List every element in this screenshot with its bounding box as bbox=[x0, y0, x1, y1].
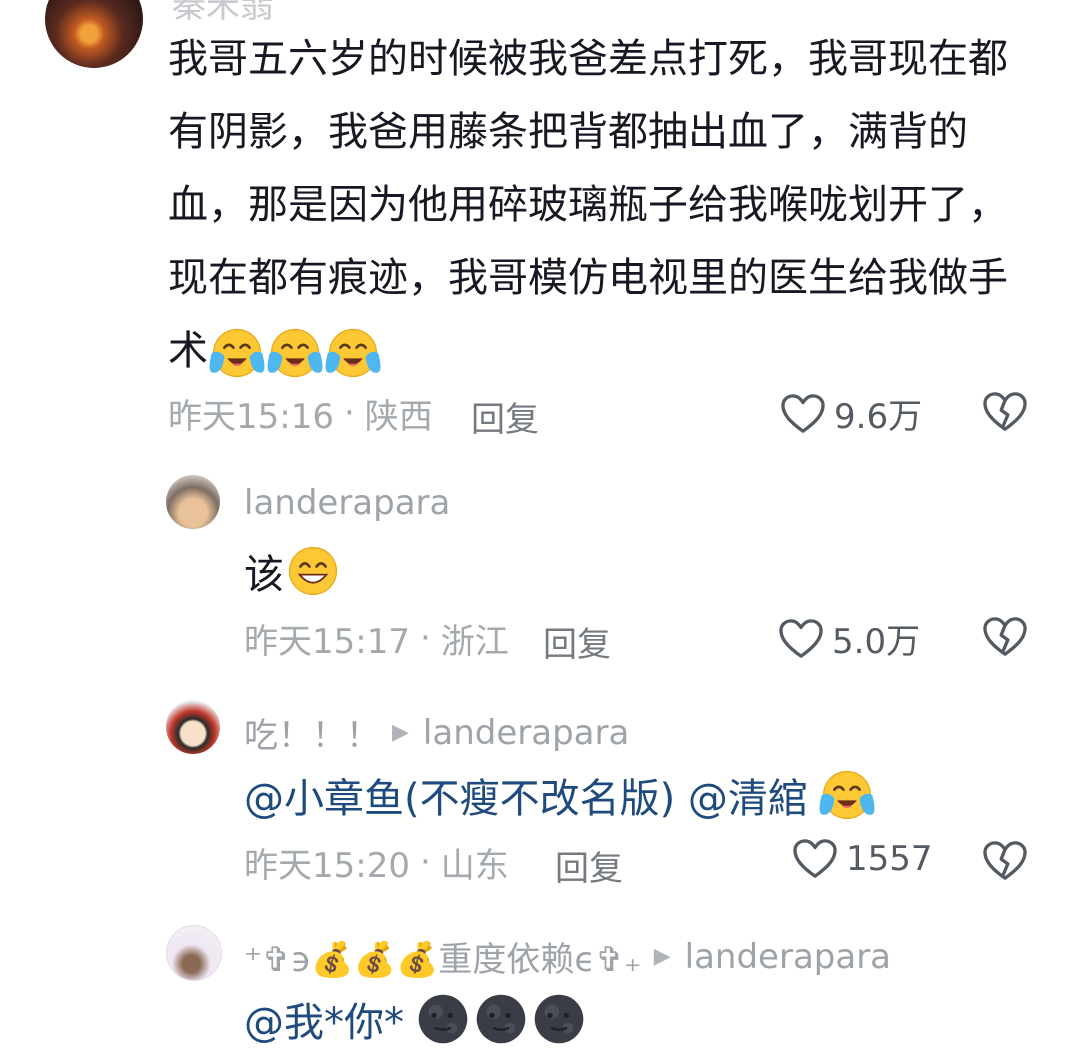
meta-separator: · bbox=[343, 393, 355, 433]
like-count: 1557 bbox=[846, 839, 933, 879]
main-comment-meta: 昨天15:16 · 陕西 bbox=[168, 390, 433, 437]
broken-heart-icon[interactable] bbox=[982, 391, 1028, 433]
reply-header: ⁺✞϶💰💰💰重度依赖ϵ✞₊ ▶ landerapara bbox=[244, 932, 891, 981]
play-triangle-icon: ▶ bbox=[653, 944, 671, 969]
main-comment-avatar[interactable] bbox=[45, 0, 143, 68]
reply-avatar[interactable] bbox=[166, 925, 222, 981]
main-comment-line: 现在都有痕迹，我哥模仿电视里的医生给我做手 bbox=[168, 255, 1008, 301]
moon-face-emoji bbox=[472, 992, 530, 1046]
reply-button[interactable]: 回复 bbox=[555, 841, 623, 890]
reply-text: @我*你* bbox=[244, 990, 588, 1048]
like-count: 9.6万 bbox=[834, 397, 923, 437]
comment-location: 陕西 bbox=[364, 396, 433, 437]
main-comment-line: 有阴影，我爸用藤条把背都抽出血了，满背的 bbox=[168, 109, 968, 155]
mention-link[interactable]: @小章鱼(不瘦不改名版) @清綰 bbox=[244, 766, 808, 824]
comment-location: 山东 bbox=[440, 845, 509, 886]
reply-username[interactable]: landerapara bbox=[244, 483, 450, 523]
comment-time: 昨天15:17 bbox=[244, 621, 410, 662]
crying-emoji bbox=[818, 768, 876, 822]
heart-icon bbox=[792, 838, 838, 880]
like-button[interactable]: 1557 bbox=[792, 838, 933, 880]
comment-time: 昨天15:20 bbox=[244, 845, 410, 886]
like-button[interactable]: 9.6万 bbox=[780, 389, 922, 438]
main-comment-text: 我哥五六岁的时候被我爸差点打死，我哥现在都 有阴影，我爸用藤条把背都抽出血了，满… bbox=[168, 23, 1048, 388]
moon-face-emoji bbox=[414, 992, 472, 1046]
heart-icon bbox=[780, 393, 826, 435]
like-button[interactable]: 5.0万 bbox=[778, 614, 920, 663]
comment-time: 昨天15:16 bbox=[168, 396, 334, 437]
reply-header: 吃！！！ ▶ landerapara bbox=[244, 708, 629, 757]
meta-separator: · bbox=[419, 618, 431, 658]
main-comment-line: 术 bbox=[168, 328, 208, 374]
reply-avatar[interactable] bbox=[166, 475, 220, 529]
comment-location: 浙江 bbox=[440, 621, 509, 662]
broken-heart-icon[interactable] bbox=[982, 616, 1028, 658]
reply-text-content: 该 bbox=[244, 552, 284, 598]
crying-emoji bbox=[324, 326, 382, 380]
reply-username[interactable]: ⁺✞϶💰💰💰重度依赖ϵ✞₊ bbox=[244, 932, 642, 981]
moon-face-emoji bbox=[530, 992, 588, 1046]
main-comment-line-last: 术 bbox=[168, 315, 1048, 388]
main-comment-line: 血，那是因为他用碎玻璃瓶子给我喉咙划开了， bbox=[168, 182, 1008, 228]
reply-avatar[interactable] bbox=[166, 700, 220, 754]
crying-emoji bbox=[208, 326, 266, 380]
reply-meta: 昨天15:20 · 山东 bbox=[244, 839, 509, 886]
main-comment-line: 我哥五六岁的时候被我爸差点打死，我哥现在都 bbox=[168, 36, 1008, 82]
like-count: 5.0万 bbox=[832, 622, 921, 662]
play-triangle-icon: ▶ bbox=[392, 720, 409, 745]
reply-text: 该 bbox=[244, 542, 342, 600]
reply-text: @小章鱼(不瘦不改名版) @清綰 bbox=[244, 766, 876, 824]
mention-link[interactable]: @我*你* bbox=[244, 990, 404, 1048]
reply-to-username[interactable]: landerapara bbox=[685, 937, 891, 977]
broken-heart-icon[interactable] bbox=[982, 840, 1028, 882]
grinning-emoji bbox=[284, 544, 342, 598]
reply-button[interactable]: 回复 bbox=[471, 392, 539, 441]
reply-to-username[interactable]: landerapara bbox=[423, 713, 629, 753]
reply-meta: 昨天15:17 · 浙江 bbox=[244, 615, 509, 662]
reply-button[interactable]: 回复 bbox=[543, 617, 611, 666]
crying-emoji bbox=[266, 326, 324, 380]
heart-icon bbox=[778, 618, 824, 660]
reply-username[interactable]: 吃！！！ bbox=[244, 708, 380, 757]
meta-separator: · bbox=[419, 842, 431, 882]
